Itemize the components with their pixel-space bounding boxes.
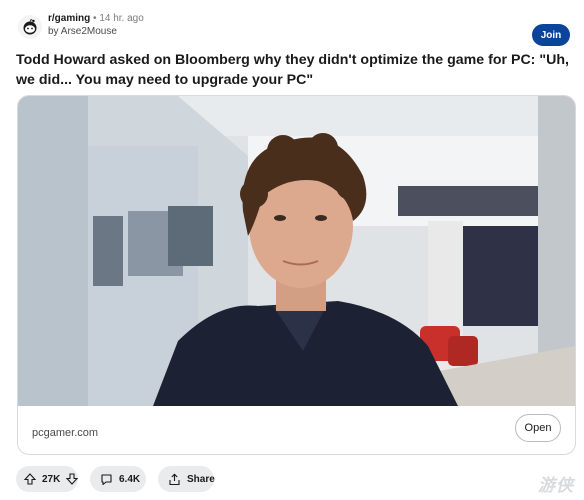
downvote-icon[interactable]: [66, 473, 79, 485]
subreddit-link[interactable]: r/gaming: [48, 13, 90, 24]
vote-count: 27K: [42, 473, 61, 485]
post-header: r/gaming • 14 hr. ago by Arse2Mouse Join: [14, 12, 574, 46]
reddit-post: r/gaming • 14 hr. ago by Arse2Mouse Join…: [0, 0, 584, 500]
vote-bar: 27K: [16, 466, 79, 492]
post-title[interactable]: Todd Howard asked on Bloomberg why they …: [16, 50, 576, 90]
meta-separator: •: [93, 13, 97, 24]
link-thumbnail-image[interactable]: [18, 96, 575, 406]
post-author[interactable]: by Arse2Mouse: [48, 25, 144, 38]
comment-count: 6.4K: [119, 473, 141, 485]
site-watermark: 游侠: [538, 476, 574, 495]
reddit-snoo-icon[interactable]: [18, 15, 42, 39]
post-time: 14 hr. ago: [99, 13, 144, 24]
upvote-icon[interactable]: [24, 473, 36, 485]
link-domain[interactable]: pcgamer.com: [32, 427, 98, 439]
post-meta: r/gaming • 14 hr. ago by Arse2Mouse: [48, 12, 144, 38]
comment-icon: [100, 473, 113, 486]
share-button[interactable]: Share: [158, 466, 215, 492]
comments-button[interactable]: 6.4K: [90, 466, 146, 492]
link-card[interactable]: pcgamer.com Open: [17, 95, 576, 455]
share-label: Share: [187, 473, 215, 485]
share-icon: [168, 473, 181, 486]
join-button[interactable]: Join: [532, 24, 570, 46]
open-link-button[interactable]: Open: [515, 414, 561, 442]
